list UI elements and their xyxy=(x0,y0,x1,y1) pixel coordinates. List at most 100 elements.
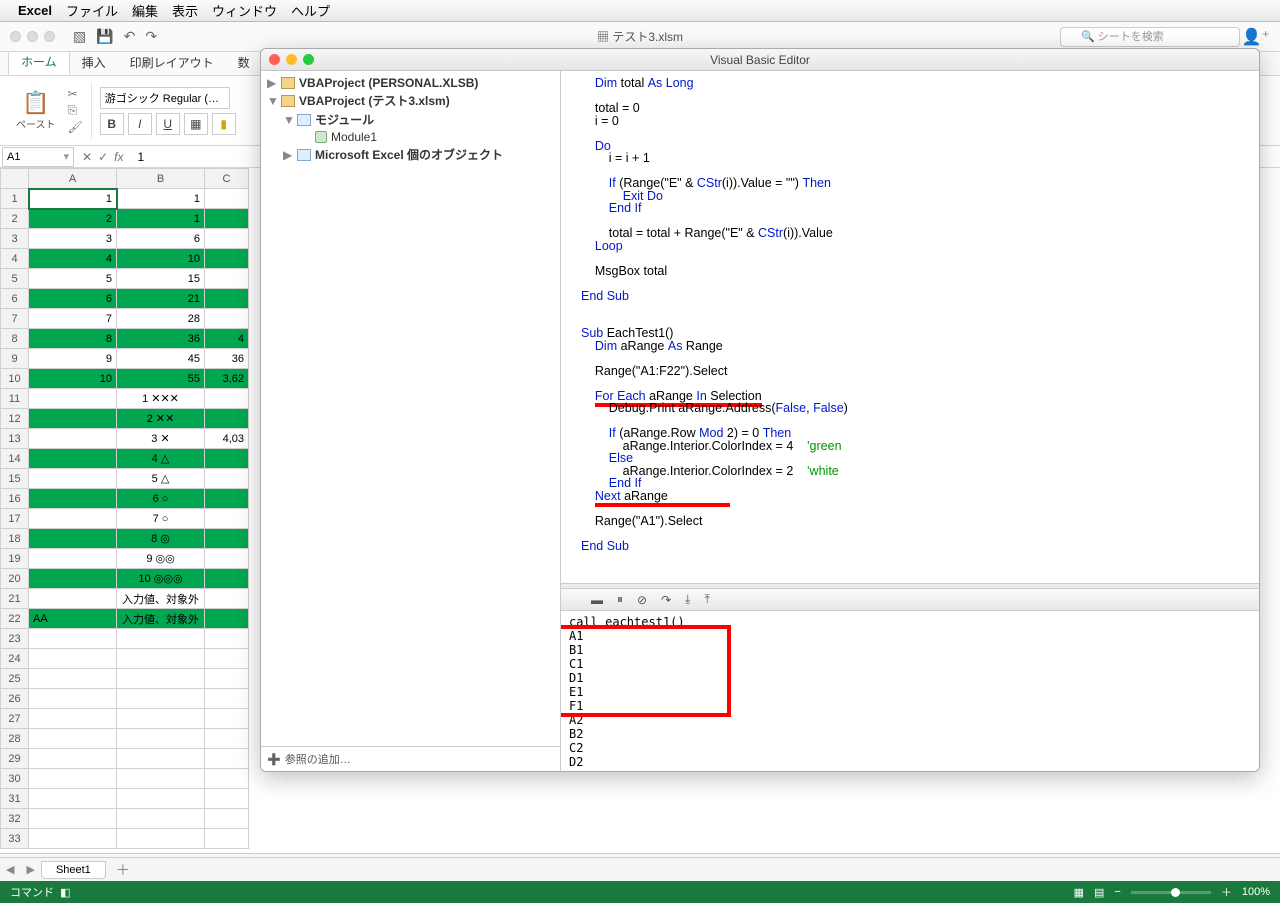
cell[interactable] xyxy=(117,769,205,789)
save-icon[interactable]: ▧ xyxy=(73,28,86,45)
tree-node[interactable]: ▶Microsoft Excel 個のオブジェクト xyxy=(261,145,560,164)
cell[interactable] xyxy=(29,549,117,569)
share-icon[interactable]: 👤⁺ xyxy=(1242,27,1270,47)
add-sheet-icon[interactable]: ＋ xyxy=(116,860,130,880)
row-header[interactable]: 14 xyxy=(1,449,29,469)
cell[interactable]: 36 xyxy=(117,329,205,349)
tree-node[interactable]: ▶VBAProject (PERSONAL.XLSB) xyxy=(261,75,560,91)
cell[interactable]: 1 xyxy=(117,209,205,229)
cell[interactable]: 入力値、対象外 xyxy=(117,589,205,609)
cell[interactable]: 3,62 xyxy=(205,369,249,389)
ribbon-tab[interactable]: 挿入 xyxy=(70,50,118,75)
cell[interactable] xyxy=(205,729,249,749)
row-header[interactable]: 11 xyxy=(1,389,29,409)
zoom-in-icon[interactable]: ＋ xyxy=(1221,884,1232,900)
cell[interactable]: 7 xyxy=(29,309,117,329)
zoom-out-icon[interactable]: − xyxy=(1114,886,1120,898)
cell[interactable] xyxy=(29,809,117,829)
row-header[interactable]: 31 xyxy=(1,789,29,809)
cell[interactable] xyxy=(205,249,249,269)
cell[interactable]: 3 xyxy=(29,229,117,249)
select-all[interactable] xyxy=(1,169,29,189)
cell[interactable] xyxy=(29,489,117,509)
underline-button[interactable]: U xyxy=(156,113,180,135)
menu-item[interactable]: 表示 xyxy=(172,4,198,19)
row-header[interactable]: 15 xyxy=(1,469,29,489)
row-header[interactable]: 12 xyxy=(1,409,29,429)
tree-node[interactable]: Module1 xyxy=(261,129,560,145)
cell[interactable] xyxy=(205,469,249,489)
cell[interactable]: 21 xyxy=(117,289,205,309)
cell[interactable]: 36 xyxy=(205,349,249,369)
cell[interactable] xyxy=(29,529,117,549)
cell[interactable]: 2 xyxy=(29,209,117,229)
cell[interactable] xyxy=(29,829,117,849)
menu-item[interactable]: ウィンドウ xyxy=(212,4,277,19)
border-button[interactable]: ▦ xyxy=(184,113,208,135)
immediate-window[interactable]: call eachtest1() A1 B1 C1 D1 E1 F1 A2 B2… xyxy=(561,611,1259,771)
copy-icon[interactable]: ⎘ xyxy=(68,103,83,118)
cell[interactable] xyxy=(29,669,117,689)
menu-item[interactable]: 編集 xyxy=(132,4,158,19)
italic-button[interactable]: I xyxy=(128,113,152,135)
cell[interactable]: 3 ✕ xyxy=(117,429,205,449)
row-header[interactable]: 6 xyxy=(1,289,29,309)
cell[interactable]: 6 xyxy=(117,229,205,249)
cell[interactable] xyxy=(205,389,249,409)
cell[interactable]: 1 xyxy=(29,189,117,209)
cell[interactable] xyxy=(205,289,249,309)
zoom-value[interactable]: 100% xyxy=(1242,886,1270,898)
cell[interactable] xyxy=(29,789,117,809)
cell[interactable] xyxy=(205,209,249,229)
cell[interactable] xyxy=(205,489,249,509)
cell[interactable]: 2 ✕✕ xyxy=(117,409,205,429)
row-header[interactable]: 18 xyxy=(1,529,29,549)
cell[interactable] xyxy=(205,649,249,669)
ribbon-tab[interactable]: 数 xyxy=(226,50,262,75)
sheet-prev-icon[interactable]: ◀ xyxy=(0,863,20,876)
row-header[interactable]: 7 xyxy=(1,309,29,329)
cell[interactable]: 6 ○ xyxy=(117,489,205,509)
cell[interactable]: 4 xyxy=(29,249,117,269)
step-over-icon[interactable]: ↷ xyxy=(661,593,671,607)
row-header[interactable]: 27 xyxy=(1,709,29,729)
cell[interactable]: 6 xyxy=(29,289,117,309)
cell[interactable] xyxy=(205,769,249,789)
row-header[interactable]: 10 xyxy=(1,369,29,389)
cell[interactable]: 1 ✕✕✕ xyxy=(117,389,205,409)
cell[interactable]: 入力値、対象外 xyxy=(117,609,205,629)
step-out-icon[interactable]: ⤒ xyxy=(704,592,709,607)
cell[interactable] xyxy=(29,729,117,749)
project-explorer[interactable]: ▶VBAProject (PERSONAL.XLSB)▼VBAProject (… xyxy=(261,71,561,771)
cell[interactable] xyxy=(29,509,117,529)
fx-icon[interactable]: fx xyxy=(114,150,123,164)
cell[interactable]: 28 xyxy=(117,309,205,329)
enter-icon[interactable]: ✓ xyxy=(98,150,108,164)
cell[interactable] xyxy=(117,829,205,849)
cell[interactable] xyxy=(29,469,117,489)
cell[interactable]: 9 ◎◎ xyxy=(117,549,205,569)
zoom-icon[interactable] xyxy=(303,54,314,65)
tree-node[interactable]: ▼VBAProject (テスト3.xlsm) xyxy=(261,91,560,110)
fill-color-button[interactable]: ▮ xyxy=(212,113,236,135)
search-input[interactable]: 🔍 シートを検索 xyxy=(1060,27,1240,47)
cell[interactable] xyxy=(29,449,117,469)
zoom-slider[interactable] xyxy=(1131,891,1211,894)
cell[interactable] xyxy=(29,649,117,669)
cell[interactable] xyxy=(205,529,249,549)
cell[interactable] xyxy=(205,229,249,249)
step-into-icon[interactable]: ⤓ xyxy=(685,592,690,607)
paste-button[interactable]: 📋ペースト xyxy=(8,86,64,135)
menu-item[interactable]: ヘルプ xyxy=(291,4,330,19)
ribbon-tab[interactable]: ホーム xyxy=(8,48,70,75)
row-header[interactable]: 3 xyxy=(1,229,29,249)
row-header[interactable]: 13 xyxy=(1,429,29,449)
row-header[interactable]: 28 xyxy=(1,729,29,749)
cell[interactable]: 8 ◎ xyxy=(117,529,205,549)
save-icon-2[interactable]: 💾 xyxy=(96,28,113,45)
row-header[interactable]: 22 xyxy=(1,609,29,629)
row-header[interactable]: 23 xyxy=(1,629,29,649)
cell[interactable] xyxy=(205,589,249,609)
cell[interactable] xyxy=(205,829,249,849)
row-header[interactable]: 16 xyxy=(1,489,29,509)
